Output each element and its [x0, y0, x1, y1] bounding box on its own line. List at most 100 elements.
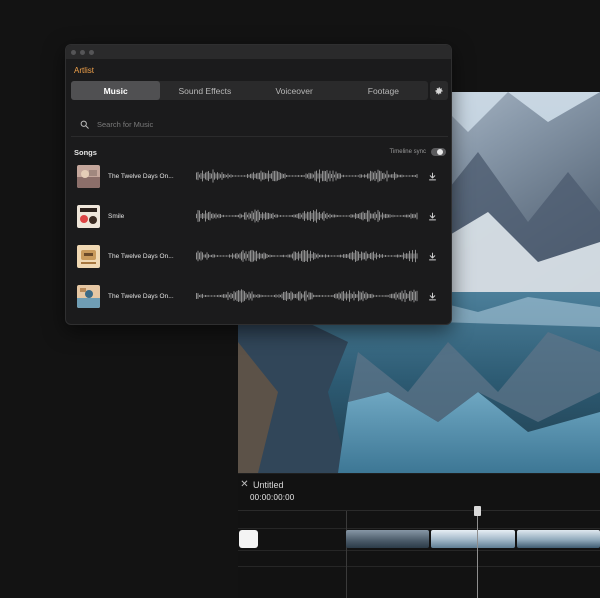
waveform-bar	[343, 254, 344, 258]
waveform-bar	[199, 210, 200, 222]
waveform[interactable]	[196, 248, 418, 264]
waveform-bar	[403, 175, 404, 177]
waveform-bar	[268, 212, 269, 220]
waveform-bar	[401, 254, 403, 258]
waveform-bar	[301, 214, 302, 218]
playhead-handle[interactable]	[474, 506, 481, 516]
waveform-bar	[287, 292, 289, 300]
window-zoom-dot[interactable]	[89, 49, 94, 55]
waveform-bar	[211, 254, 212, 258]
waveform-bar	[298, 213, 299, 219]
waveform[interactable]	[196, 288, 418, 304]
settings-button[interactable]	[430, 81, 448, 100]
waveform-bar	[283, 174, 284, 178]
waveform-bar	[209, 255, 211, 257]
song-row[interactable]: The Twelve Days On...	[77, 244, 437, 268]
waveform-bar	[218, 255, 220, 257]
video-clip[interactable]	[346, 530, 600, 548]
waveform-bar	[361, 292, 362, 300]
waveform-bar	[313, 294, 314, 298]
waveform-bar	[406, 214, 407, 218]
album-cover	[77, 204, 100, 228]
waveform-bar	[287, 215, 289, 217]
waveform-bar	[326, 255, 328, 257]
waveform-bar	[386, 294, 388, 298]
songs-title: Songs	[74, 147, 97, 157]
waveform-bar	[277, 295, 278, 297]
waveform-bar	[220, 213, 221, 219]
waveform-bar	[284, 255, 286, 257]
waveform-bar	[401, 290, 403, 302]
download-button[interactable]	[427, 251, 437, 261]
waveform-bar	[262, 253, 263, 259]
tab-footage[interactable]: Footage	[339, 81, 428, 100]
window-close-dot[interactable]	[71, 49, 76, 55]
waveform-bar	[391, 215, 392, 217]
waveform-bar	[229, 215, 230, 217]
waveform-bar	[271, 213, 272, 219]
waveform-bar	[382, 173, 383, 179]
waveform-bar	[355, 250, 356, 262]
waveform-bar	[266, 295, 268, 297]
waveform-bar	[406, 175, 407, 177]
waveform-bar	[392, 293, 394, 299]
waveform-bar	[373, 213, 374, 219]
download-button[interactable]	[427, 291, 437, 301]
song-row[interactable]: The Twelve Days On...	[77, 284, 437, 308]
waveform-bar	[374, 254, 376, 258]
tab-voiceover[interactable]: Voiceover	[250, 81, 339, 100]
waveform-bar	[266, 212, 268, 220]
waveform-bar	[356, 294, 358, 298]
waveform-bar	[361, 251, 362, 261]
waveform-bar	[257, 209, 259, 223]
waveform-bar	[200, 251, 202, 261]
waveform-bar	[373, 172, 374, 180]
window-minimize-dot[interactable]	[80, 49, 85, 55]
song-row[interactable]: The Twelve Days On...	[77, 164, 437, 188]
waveform-bar	[347, 254, 349, 258]
close-icon[interactable]: ✕	[240, 479, 249, 490]
waveform-bar	[331, 255, 332, 257]
waveform-bar	[287, 175, 289, 177]
waveform-bar	[346, 254, 347, 258]
gear-icon	[435, 86, 443, 94]
waveform-bar	[271, 255, 272, 257]
waveform-bar	[313, 174, 314, 178]
waveform[interactable]	[196, 208, 418, 224]
waveform-bar	[343, 174, 344, 178]
timeline-sync-toggle[interactable]	[431, 148, 446, 156]
timeline-ruler[interactable]	[238, 510, 600, 511]
waveform-bar	[302, 212, 304, 220]
waveform-bar	[229, 254, 230, 258]
waveform-bar	[220, 295, 221, 297]
waveform-bar	[196, 293, 197, 299]
waveform-bar	[371, 213, 373, 219]
waveform-bar	[359, 212, 361, 220]
waveform-bar	[299, 213, 301, 219]
waveform-bar	[277, 255, 278, 257]
timeline-clip[interactable]	[239, 530, 258, 548]
waveform-bar	[409, 214, 410, 218]
waveform-bar	[383, 295, 385, 297]
waveform-bar	[230, 215, 232, 217]
brand-logo: Artlist	[74, 66, 94, 75]
tab-sound-effects[interactable]: Sound Effects	[160, 81, 249, 100]
waveform-bar	[362, 175, 364, 177]
tab-music[interactable]: Music	[71, 81, 161, 100]
waveform-bar	[376, 214, 377, 218]
download-button[interactable]	[427, 211, 437, 221]
window-titlebar[interactable]	[66, 45, 451, 59]
waveform-bar	[413, 213, 415, 219]
download-button[interactable]	[427, 171, 437, 181]
waveform-bar	[250, 173, 251, 179]
waveform-bar	[368, 173, 370, 179]
waveform-bar	[347, 293, 349, 299]
waveform[interactable]	[196, 168, 418, 184]
waveform-bar	[215, 213, 217, 219]
waveform-bar	[340, 173, 341, 179]
search-input[interactable]	[97, 120, 397, 129]
waveform-bar	[203, 295, 205, 297]
waveform-bar	[326, 170, 328, 182]
song-row[interactable]: Smile	[77, 204, 437, 228]
waveform-bar	[263, 172, 265, 180]
